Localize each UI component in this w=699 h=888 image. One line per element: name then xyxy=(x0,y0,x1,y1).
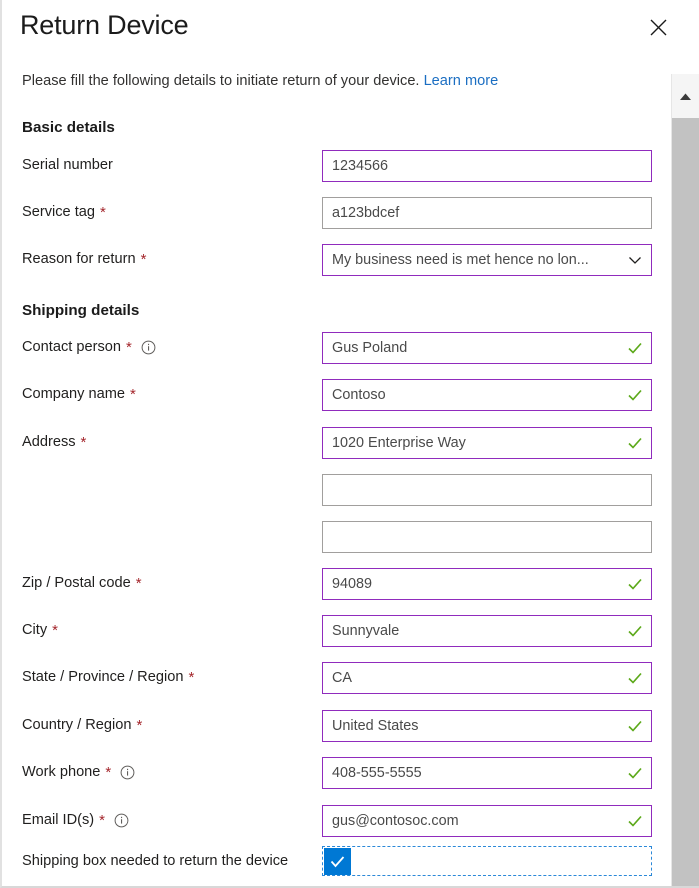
company-name-input[interactable]: Contoso xyxy=(322,379,652,411)
required-indicator: * xyxy=(100,203,106,221)
service-tag-value: a123bdcef xyxy=(332,205,400,221)
required-indicator: * xyxy=(130,385,136,403)
address-line1-input[interactable]: 1020 Enterprise Way xyxy=(322,427,652,459)
address-line1-value: 1020 Enterprise Way xyxy=(332,435,466,451)
shipping-box-label: Shipping box needed to return the device xyxy=(22,853,289,869)
field-label-email-ids: Email ID(s) * xyxy=(22,812,129,828)
check-icon xyxy=(627,340,643,356)
vertical-scrollbar[interactable] xyxy=(671,74,699,886)
check-icon xyxy=(627,765,643,781)
serial-number-value: 1234566 xyxy=(332,158,389,174)
shipping-box-checkbox-container[interactable] xyxy=(322,846,652,876)
check-icon xyxy=(627,813,643,829)
learn-more-link[interactable]: Learn more xyxy=(424,73,499,89)
field-row-shipping-box: Shipping box needed to return the device xyxy=(2,845,673,879)
label-text: Work phone xyxy=(22,764,101,780)
required-indicator: * xyxy=(188,668,195,686)
email-ids-value: gus@contosoc.com xyxy=(332,813,459,829)
country-region-value: United States xyxy=(332,718,419,734)
page-title: Return Device xyxy=(20,10,189,40)
label-text: Zip / Postal code xyxy=(22,575,131,591)
info-icon[interactable] xyxy=(141,340,156,355)
required-indicator: * xyxy=(125,338,132,356)
field-label-work-phone: Work phone * xyxy=(22,764,135,780)
field-label-city: City * xyxy=(22,622,58,638)
reason-for-return-select[interactable]: My business need is met hence no lon... xyxy=(322,244,652,276)
label-text: Service tag xyxy=(22,204,96,220)
scroll-up-arrow-icon xyxy=(679,92,692,101)
address-line2-input[interactable] xyxy=(322,474,652,506)
required-indicator: * xyxy=(80,433,87,451)
serial-number-input[interactable]: 1234566 xyxy=(322,150,652,182)
required-indicator: * xyxy=(135,574,142,592)
label-text: Reason for return xyxy=(22,251,136,267)
field-label-address: Address * xyxy=(22,434,86,450)
field-label-country-region: Country / Region * xyxy=(22,717,142,733)
field-label-serial-number: Serial number xyxy=(22,157,113,173)
label-text: Contact person xyxy=(22,339,121,355)
label-text: Email ID(s) xyxy=(22,812,95,828)
reason-for-return-value: My business need is met hence no lon... xyxy=(332,252,589,268)
address-line3-input[interactable] xyxy=(322,521,652,553)
scroll-up-button[interactable] xyxy=(672,74,699,118)
contact-person-input[interactable]: Gus Poland xyxy=(322,332,652,364)
label-text: Address xyxy=(22,434,76,450)
label-text: State / Province / Region xyxy=(22,669,184,685)
chevron-down-icon[interactable] xyxy=(627,252,643,268)
field-label-service-tag: Service tag * xyxy=(22,204,106,220)
state-province-region-value: CA xyxy=(332,670,352,686)
intro-text: Please fill the following details to ini… xyxy=(22,73,498,89)
check-icon xyxy=(627,623,643,639)
zip-postal-code-input[interactable]: 94089 xyxy=(322,568,652,600)
service-tag-input[interactable]: a123bdcef xyxy=(322,197,652,229)
state-province-region-input[interactable]: CA xyxy=(322,662,652,694)
city-value: Sunnyvale xyxy=(332,623,400,639)
work-phone-value: 408-555-5555 xyxy=(332,765,422,781)
field-label-state-province-region: State / Province / Region * xyxy=(22,669,194,685)
info-icon[interactable] xyxy=(120,765,135,780)
check-icon xyxy=(627,576,643,592)
label-text: Serial number xyxy=(22,157,113,173)
dialog-header: Return Device xyxy=(2,0,673,62)
city-input[interactable]: Sunnyvale xyxy=(322,615,652,647)
check-icon xyxy=(627,670,643,686)
section-heading-basic-details: Basic details xyxy=(22,119,115,136)
required-indicator: * xyxy=(136,716,143,734)
email-ids-input[interactable]: gus@contosoc.com xyxy=(322,805,652,837)
close-button[interactable] xyxy=(639,10,677,44)
field-label-contact-person: Contact person * xyxy=(22,339,156,355)
required-indicator: * xyxy=(52,621,58,639)
required-indicator: * xyxy=(105,763,112,781)
required-indicator: * xyxy=(99,811,106,829)
label-text: Country / Region xyxy=(22,717,132,733)
contact-person-value: Gus Poland xyxy=(332,340,408,356)
zip-postal-code-value: 94089 xyxy=(332,576,373,592)
intro-description: Please fill the following details to ini… xyxy=(22,73,420,89)
check-icon xyxy=(627,435,643,451)
field-label-reason-for-return: Reason for return * xyxy=(22,251,146,267)
section-heading-shipping-details: Shipping details xyxy=(22,302,140,319)
field-label-company-name: Company name * xyxy=(22,386,136,402)
field-label-zip-postal-code: Zip / Postal code * xyxy=(22,575,142,591)
country-region-input[interactable]: United States xyxy=(322,710,652,742)
checkmark-icon xyxy=(328,852,347,871)
scrollbar-thumb[interactable] xyxy=(672,118,699,886)
label-text: City xyxy=(22,622,48,638)
company-name-value: Contoso xyxy=(332,387,386,403)
check-icon xyxy=(627,718,643,734)
check-icon xyxy=(627,387,643,403)
return-device-dialog: Return Device Please fill the following … xyxy=(0,0,699,888)
required-indicator: * xyxy=(140,250,147,268)
info-icon[interactable] xyxy=(114,813,129,828)
work-phone-input[interactable]: 408-555-5555 xyxy=(322,757,652,789)
shipping-box-checkbox[interactable] xyxy=(324,847,351,875)
label-text: Company name xyxy=(22,386,126,402)
close-icon xyxy=(650,19,667,36)
